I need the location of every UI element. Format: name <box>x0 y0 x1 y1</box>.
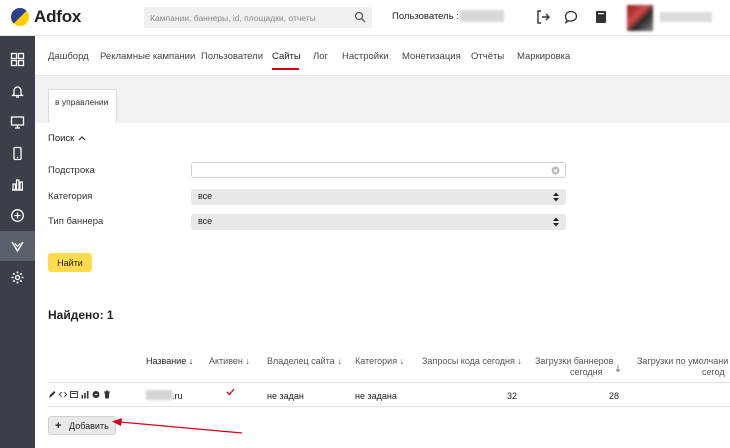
code-requests-value: 32 <box>507 391 518 401</box>
banner-type-value: все <box>198 216 213 226</box>
col-default-loads-line2: сегод <box>702 367 725 377</box>
select-arrows-icon <box>553 217 559 227</box>
category-select[interactable]: все <box>191 189 566 205</box>
col-category[interactable]: Категория ↓ <box>355 356 404 367</box>
avatar[interactable] <box>627 5 653 31</box>
subtab-managed[interactable]: в управлении <box>48 89 117 123</box>
sidebar-item-labeling[interactable] <box>0 231 35 261</box>
left-sidebar <box>0 36 35 448</box>
site-name[interactable]: .ru <box>172 391 183 401</box>
monitor-icon <box>10 115 25 129</box>
site-owner: не задан <box>267 391 304 401</box>
annotation-arrow <box>112 418 243 434</box>
sidebar-item-settings[interactable] <box>0 262 35 292</box>
col-owner[interactable]: Владелец сайта ↓ <box>267 356 342 367</box>
logout-icon[interactable] <box>535 9 551 25</box>
tab-reports[interactable]: Отчёты <box>471 51 504 62</box>
search-icon[interactable] <box>354 11 366 23</box>
active-tab-indicator <box>272 68 299 70</box>
tab-dashboard[interactable]: Дашборд <box>48 51 89 62</box>
logo-text: Adfox <box>34 7 82 26</box>
col-name[interactable]: Название ↓ <box>146 356 193 367</box>
account-name-redacted <box>660 12 712 22</box>
grid-icon <box>10 52 25 66</box>
edit-icon[interactable] <box>48 390 56 399</box>
stats-icon[interactable] <box>81 390 89 399</box>
user-name-redacted <box>460 10 504 22</box>
plus-circle-icon <box>11 208 24 222</box>
substring-label: Подстрока <box>48 165 95 176</box>
plus-icon: + <box>55 420 62 432</box>
col-default-loads[interactable]: Загрузки по умолчани <box>637 356 728 367</box>
table-header-divider <box>48 382 730 383</box>
category-label: Категория <box>48 191 93 202</box>
gear-icon <box>11 271 24 283</box>
sidebar-item-desktop[interactable] <box>0 107 35 137</box>
phone-icon <box>13 146 22 160</box>
bar-chart-icon <box>12 178 24 191</box>
user-label: Пользователь : <box>392 11 459 22</box>
top-header: Adfox Пользователь : <box>0 0 730 36</box>
tab-log[interactable]: Лог <box>313 51 328 62</box>
tab-settings[interactable]: Настройки <box>342 51 389 62</box>
global-search <box>144 7 372 28</box>
sort-arrow-icon[interactable] <box>615 365 621 373</box>
site-category: не задана <box>355 391 397 401</box>
check-icon <box>226 388 235 396</box>
sidebar-item-mobile[interactable] <box>0 138 35 168</box>
site-name-redacted <box>146 390 172 400</box>
sidebar-item-create[interactable] <box>0 200 35 230</box>
bell-icon <box>11 85 24 98</box>
row-actions <box>48 390 111 399</box>
main-tabs: Дашборд Рекламные кампании Пользователи … <box>35 36 730 76</box>
chevron-up-icon[interactable] <box>78 135 86 141</box>
col-banner-loads[interactable]: Загрузки баннеров <box>535 356 613 367</box>
search-form-title[interactable]: Поиск <box>48 133 74 144</box>
table-row-divider <box>48 406 730 407</box>
tab-sites[interactable]: Сайты <box>272 51 301 62</box>
found-count: Найдено: 1 <box>48 308 114 322</box>
logo[interactable]: Adfox <box>11 7 81 27</box>
col-banner-loads-line2: сегодня <box>570 367 603 377</box>
add-site-button[interactable]: + Добавить <box>48 416 116 435</box>
adfox-logo-icon <box>11 8 29 26</box>
add-button-label: Добавить <box>69 420 109 431</box>
code-icon[interactable] <box>59 390 67 399</box>
monetization-icon[interactable] <box>92 390 100 399</box>
sidebar-item-notifications[interactable] <box>0 76 35 106</box>
banner-loads-value: 28 <box>609 391 620 401</box>
clear-icon[interactable] <box>551 166 560 175</box>
sidebar-item-reports[interactable] <box>0 169 35 199</box>
chat-icon[interactable] <box>563 9 579 25</box>
category-value: все <box>198 191 213 201</box>
tab-users[interactable]: Пользователи <box>201 51 263 62</box>
tab-monetization[interactable]: Монетизация <box>402 51 461 62</box>
docs-book-icon[interactable] <box>593 9 609 25</box>
delete-icon[interactable] <box>103 390 111 399</box>
col-code-requests[interactable]: Запросы кода сегодня ↓ <box>422 356 522 367</box>
sidebar-item-dashboard[interactable] <box>0 44 35 74</box>
search-input[interactable] <box>144 7 344 28</box>
select-arrows-icon <box>553 192 559 202</box>
banner-type-label: Тип баннера <box>48 216 104 227</box>
subtab-bar: в управлении <box>35 76 730 123</box>
substring-input[interactable] <box>191 162 566 178</box>
col-active[interactable]: Активен ↓ <box>209 356 250 367</box>
find-button[interactable]: Найти <box>48 253 92 272</box>
tab-labeling[interactable]: Маркировка <box>517 51 570 62</box>
banner-icon[interactable] <box>70 390 78 399</box>
tab-campaigns[interactable]: Рекламные кампании <box>100 51 195 62</box>
check-badge-icon <box>11 241 24 252</box>
banner-type-select[interactable]: все <box>191 214 566 230</box>
